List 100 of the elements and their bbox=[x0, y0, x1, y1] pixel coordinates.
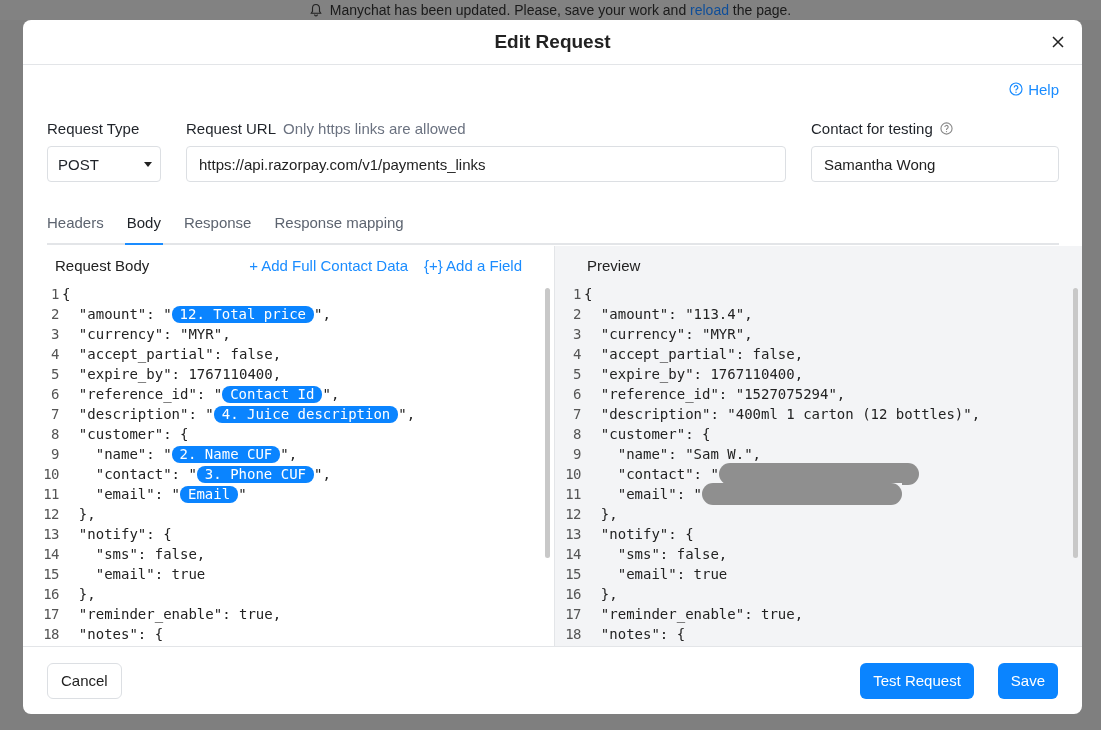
line-number: 1 bbox=[572, 286, 581, 302]
line-number: 7 bbox=[50, 406, 59, 422]
variable-token[interactable]: Contact Id bbox=[222, 385, 323, 403]
save-button[interactable]: Save bbox=[997, 662, 1058, 699]
line-number: 11 bbox=[564, 486, 581, 502]
code-text: "reference_id": "1527075294", bbox=[599, 386, 846, 402]
line-number: 18 bbox=[564, 626, 581, 642]
line-number: 9 bbox=[572, 446, 581, 462]
code-text: "amount": " bbox=[77, 306, 172, 322]
line-number: 3 bbox=[572, 326, 581, 342]
code-text: "name": "Sam W.", bbox=[616, 446, 761, 462]
variable-token[interactable]: 4. Juice description bbox=[213, 405, 399, 423]
line-number: 9 bbox=[50, 446, 59, 462]
code-text: "email": true bbox=[94, 566, 206, 582]
code-text: { bbox=[62, 286, 71, 302]
line-number: 6 bbox=[50, 386, 59, 402]
code-text: }, bbox=[599, 586, 618, 602]
line-number: 18 bbox=[42, 626, 59, 642]
code-text: }, bbox=[599, 506, 618, 522]
tab[interactable]: Response mapping bbox=[274, 209, 404, 245]
line-number: 2 bbox=[572, 306, 581, 322]
code-text: " bbox=[238, 486, 247, 502]
code-text: "currency": "MYR", bbox=[77, 326, 231, 342]
code-text: "email": true bbox=[616, 566, 728, 582]
code-text: "amount": "113.4", bbox=[599, 306, 753, 322]
test-request-button[interactable]: Test Request bbox=[860, 662, 974, 699]
line-number: 17 bbox=[42, 606, 59, 622]
field-label: Contact for testing bbox=[811, 119, 933, 137]
bell-icon bbox=[309, 3, 322, 17]
code-text: "reminder_enable": true, bbox=[77, 606, 282, 622]
panel-title: Preview bbox=[587, 256, 641, 274]
code-text: "email": " bbox=[94, 486, 180, 502]
code-text: ", bbox=[398, 406, 416, 422]
code-text: "sms": false, bbox=[616, 546, 728, 562]
code-text: "description": " bbox=[77, 406, 214, 422]
code-text: "contact": " bbox=[94, 466, 197, 482]
variable-token[interactable]: 12. Total price bbox=[171, 305, 314, 323]
code-text: ", bbox=[322, 386, 340, 402]
contact-field[interactable]: Samantha Wong bbox=[811, 146, 1059, 182]
variable-token[interactable]: 3. Phone CUF bbox=[196, 465, 314, 483]
line-number: 15 bbox=[564, 566, 581, 582]
code-text: "name": " bbox=[94, 446, 172, 462]
line-number: 10 bbox=[564, 466, 581, 482]
line-number: 16 bbox=[42, 586, 59, 602]
line-number: 5 bbox=[50, 366, 59, 382]
line-number: 2 bbox=[50, 306, 59, 322]
tab[interactable]: Headers bbox=[47, 209, 104, 245]
add-link[interactable]: {+} Add a Field bbox=[424, 256, 522, 274]
variable-token[interactable]: Email bbox=[180, 485, 239, 503]
code-text: "accept_partial": false, bbox=[599, 346, 804, 362]
code-text: "notes": { bbox=[77, 626, 164, 642]
caret-icon bbox=[144, 161, 152, 167]
code-text: "customer": { bbox=[77, 426, 189, 442]
line-number: 17 bbox=[564, 606, 581, 622]
code-text: "customer": { bbox=[599, 426, 711, 442]
reload-link[interactable]: reload bbox=[690, 2, 729, 18]
variable-token[interactable]: 2. Name CUF bbox=[171, 445, 281, 463]
add-link[interactable]: + Add Full Contact Data bbox=[249, 256, 408, 274]
line-number: 12 bbox=[564, 506, 581, 522]
line-number: 3 bbox=[50, 326, 59, 342]
line-number: 4 bbox=[572, 346, 581, 362]
line-number: 11 bbox=[42, 486, 59, 502]
code-text: "expire_by": 1767110400, bbox=[77, 366, 282, 382]
line-number: 1 bbox=[50, 286, 59, 302]
code-text: "notify": { bbox=[77, 526, 172, 542]
help-icon bbox=[939, 121, 953, 135]
code-text: "sms": false, bbox=[94, 546, 206, 562]
url-field[interactable]: https://api.razorpay.com/v1/payments_links bbox=[186, 146, 786, 182]
code-text: "notes": { bbox=[599, 626, 686, 642]
line-number: 6 bbox=[572, 386, 581, 402]
field-label: Request Type bbox=[47, 119, 140, 137]
field-hint: Only https links are allowed bbox=[283, 119, 466, 137]
code-text: "accept_partial": false, bbox=[77, 346, 282, 362]
help-icon bbox=[1009, 82, 1024, 96]
update-message: Manychat has been updated. Please, save your work and reload the page. bbox=[329, 2, 792, 18]
dialog-title: Edit Request bbox=[494, 31, 611, 53]
code-text: "description": "400ml 1 carton (12 bottles)", bbox=[599, 406, 981, 422]
field-label: Request URL bbox=[186, 119, 277, 137]
scrollbar[interactable] bbox=[545, 288, 550, 558]
code-text: ", bbox=[314, 466, 331, 482]
scrollbar[interactable] bbox=[1073, 288, 1078, 558]
code-text: "email": " bbox=[616, 486, 702, 502]
code-text: "reminder_enable": true, bbox=[599, 606, 804, 622]
line-number: 4 bbox=[50, 346, 59, 362]
code-text: }, bbox=[77, 586, 96, 602]
code-text: "reference_id": " bbox=[77, 386, 223, 402]
line-number: 13 bbox=[42, 526, 59, 542]
cancel-button[interactable]: Cancel bbox=[47, 662, 122, 699]
request-type-dropdown[interactable]: POST bbox=[47, 146, 161, 182]
code-text: "currency": "MYR", bbox=[599, 326, 753, 342]
code-text: "notify": { bbox=[599, 526, 694, 542]
code-text: ", bbox=[280, 446, 298, 462]
close-icon bbox=[1052, 36, 1064, 48]
line-number: 8 bbox=[50, 426, 59, 442]
line-number: 14 bbox=[564, 546, 581, 562]
line-number: 10 bbox=[42, 466, 59, 482]
line-number: 5 bbox=[572, 366, 581, 382]
line-number: 7 bbox=[572, 406, 581, 422]
tab[interactable]: Response bbox=[183, 209, 252, 245]
help-link[interactable]: Help bbox=[1009, 78, 1059, 100]
